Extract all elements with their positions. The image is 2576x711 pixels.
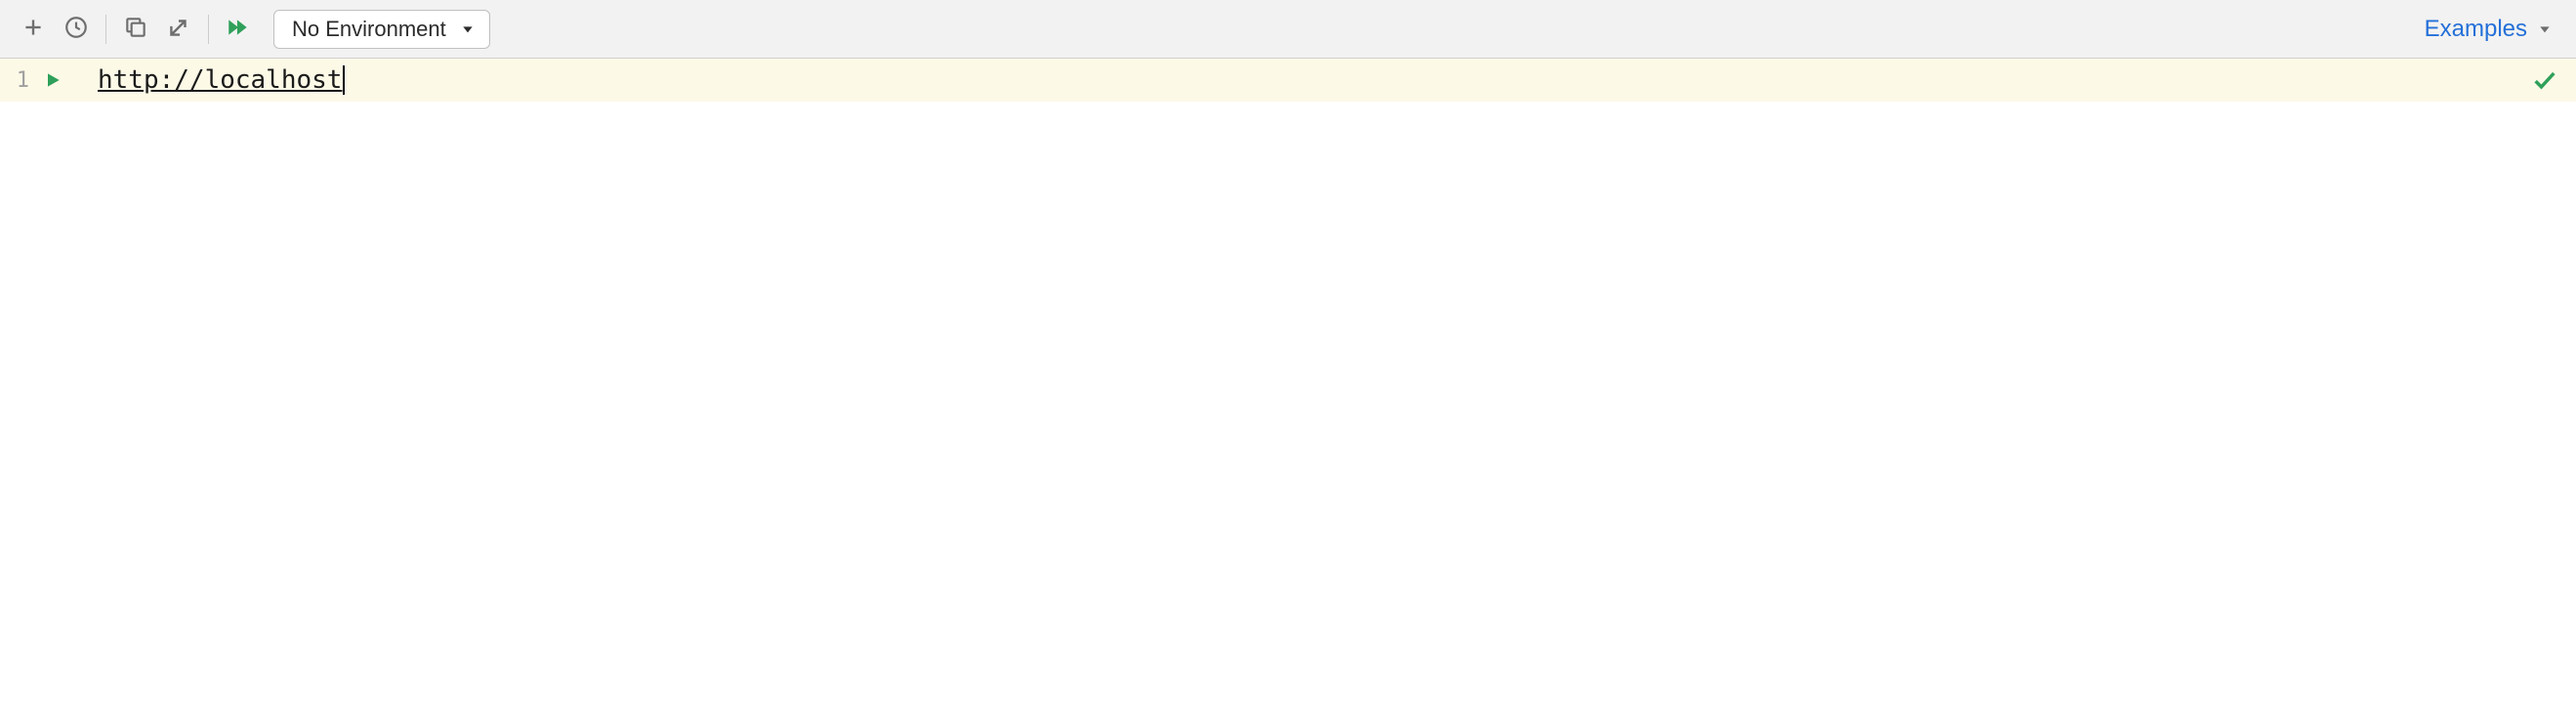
toolbar-divider (105, 15, 106, 44)
history-button[interactable] (55, 8, 98, 51)
environment-selector[interactable]: No Environment (273, 10, 490, 49)
chevron-down-icon (460, 21, 476, 37)
copy-icon (123, 15, 148, 43)
toolbar-left-group: No Environment (12, 8, 490, 51)
toolbar-right-group: Examples (2425, 16, 2564, 43)
add-button[interactable] (12, 8, 55, 51)
double-play-icon (226, 15, 251, 43)
run-line-button[interactable] (43, 70, 62, 90)
line-number: 1 (14, 68, 29, 93)
editor-line[interactable]: 1 http://localhost (0, 59, 2576, 102)
checkmark-icon (2531, 81, 2558, 98)
examples-dropdown[interactable]: Examples (2425, 16, 2564, 43)
clock-icon (63, 15, 89, 43)
validation-status (2531, 66, 2558, 99)
editor-area: 1 http://localhost (0, 59, 2576, 102)
copy-button[interactable] (114, 8, 157, 51)
run-all-button[interactable] (217, 8, 260, 51)
editor-gutter: 1 (0, 59, 68, 102)
plus-icon (21, 15, 46, 43)
import-arrow-icon (166, 15, 191, 43)
chevron-down-icon (2537, 21, 2553, 37)
toolbar: No Environment Examples (0, 0, 2576, 59)
request-url-text[interactable]: http://localhost (98, 65, 342, 95)
text-cursor (343, 65, 345, 95)
toolbar-divider (208, 15, 209, 44)
environment-label: No Environment (292, 17, 446, 42)
import-button[interactable] (157, 8, 200, 51)
examples-label: Examples (2425, 16, 2527, 43)
